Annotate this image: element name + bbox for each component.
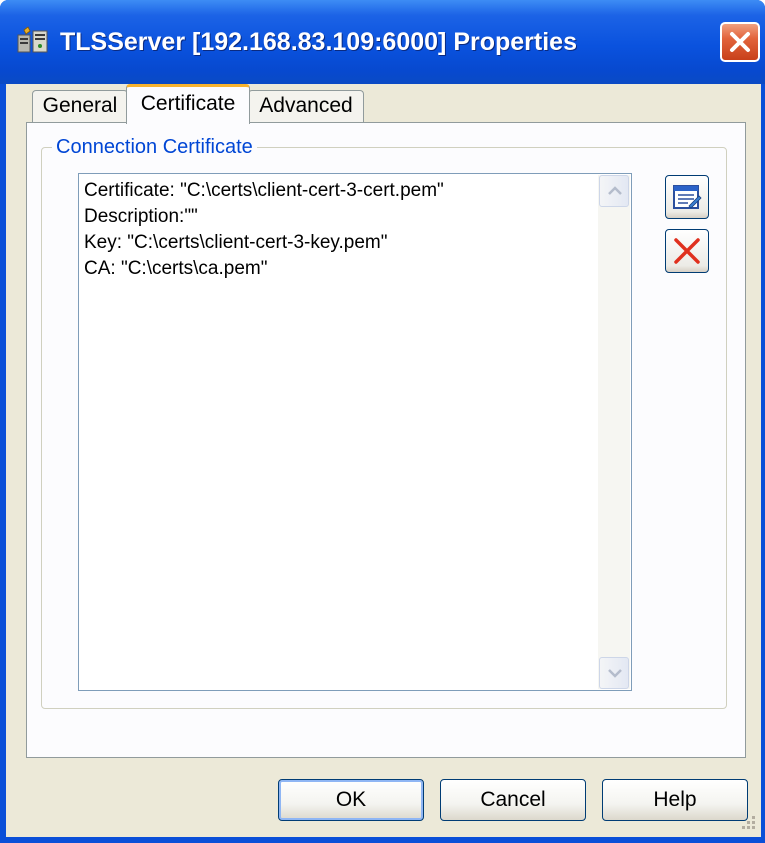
close-icon (730, 32, 750, 52)
delete-icon (674, 238, 700, 264)
title-bar[interactable]: TLSServer [192.168.83.109:6000] Properti… (0, 0, 765, 84)
scroll-up-button[interactable] (599, 175, 629, 207)
close-button[interactable] (720, 22, 760, 62)
server-network-icon (16, 26, 50, 56)
tab-label: Certificate (140, 92, 236, 115)
description-line: Description:"" (84, 206, 198, 227)
cancel-button[interactable]: Cancel (440, 779, 586, 821)
delete-certificate-button[interactable] (665, 229, 709, 273)
certificate-path-line: Certificate: "C:\certs\client-cert-3-cer… (84, 180, 444, 201)
group-label: Connection Certificate (52, 134, 257, 160)
key-path-line: Key: "C:\certs\client-cert-3-key.pem" (84, 232, 388, 253)
certificate-tab-panel: Connection Certificate Certificate: "C:\… (26, 122, 746, 758)
certificate-details-textbox[interactable]: Certificate: "C:\certs\client-cert-3-cer… (78, 173, 632, 691)
tab-certificate[interactable]: Certificate (126, 84, 250, 124)
window-title: TLSServer [192.168.83.109:6000] Properti… (60, 28, 577, 56)
properties-window: TLSServer [192.168.83.109:6000] Properti… (0, 0, 765, 843)
resize-grip-icon[interactable] (737, 813, 757, 833)
chevron-down-icon (608, 669, 622, 678)
ok-button[interactable]: OK (278, 779, 424, 821)
chevron-up-icon (608, 186, 622, 195)
tab-label: General (42, 94, 118, 117)
tab-advanced[interactable]: Advanced (248, 90, 364, 124)
scroll-down-button[interactable] (599, 657, 629, 689)
tab-general[interactable]: General (32, 90, 128, 124)
vertical-scrollbar[interactable] (598, 175, 630, 689)
tab-label: Advanced (259, 94, 353, 117)
help-button[interactable]: Help (602, 779, 748, 821)
dialog-body: General Certificate Advanced Connection … (6, 84, 761, 837)
edit-certificate-button[interactable] (665, 175, 709, 219)
edit-icon (673, 185, 702, 209)
ca-path-line: CA: "C:\certs\ca.pem" (84, 258, 268, 279)
